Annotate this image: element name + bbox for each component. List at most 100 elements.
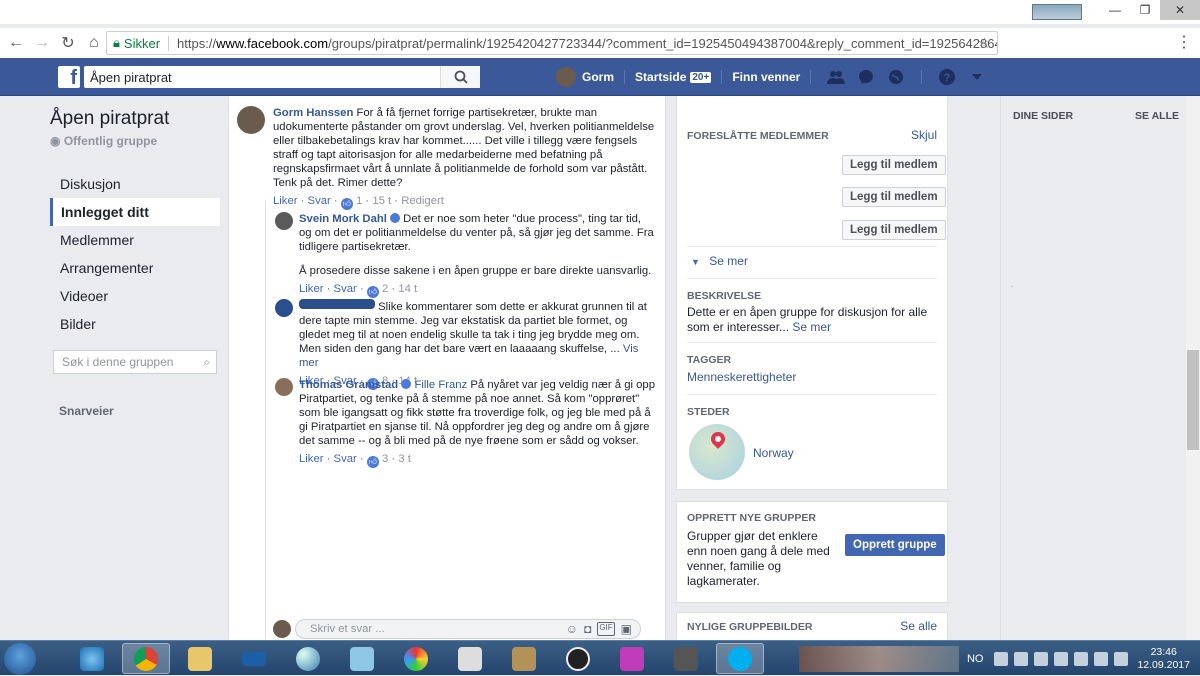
chevron-down-icon[interactable]	[966, 67, 988, 87]
page-title[interactable]: Åpen piratprat	[50, 108, 220, 130]
map-thumbnail[interactable]	[689, 424, 745, 480]
friend-requests-icon[interactable]	[825, 67, 847, 87]
search-input[interactable]: Åpen piratprat	[84, 66, 480, 88]
create-group-button[interactable]: Opprett gruppe	[845, 534, 945, 556]
close-icon[interactable]: ✕	[1160, 0, 1200, 20]
reply-link[interactable]: Svar	[308, 195, 331, 207]
tag-link[interactable]: Menneskerettigheter	[687, 370, 796, 385]
create-group-card: Opprett nye grupper Grupper gjør det enk…	[676, 501, 948, 603]
avatar[interactable]	[237, 106, 265, 134]
security-app-icon[interactable]	[500, 643, 548, 674]
folder-icon[interactable]	[176, 643, 224, 674]
like-count[interactable]: 3	[382, 453, 388, 465]
1984-app-icon[interactable]	[608, 643, 656, 674]
description-see-more[interactable]: Se mer	[792, 320, 831, 334]
avatar[interactable]	[275, 299, 293, 317]
place-link[interactable]: Norway	[753, 446, 794, 461]
network-icon[interactable]	[1034, 651, 1049, 666]
reply-link[interactable]: Svar	[334, 283, 357, 295]
sidebar-item-your-post[interactable]: Innlegget ditt	[50, 198, 220, 226]
avatar[interactable]	[275, 212, 293, 230]
see-more-members[interactable]: ▼ Se mer	[691, 254, 748, 268]
messenger-icon[interactable]	[855, 67, 877, 87]
no-network-icon[interactable]	[1114, 651, 1129, 666]
sidebar-item-discussion[interactable]: Diskusjon	[50, 170, 220, 198]
like-link[interactable]: Liker	[299, 453, 324, 465]
url-field[interactable]: 🔒︎ Sikker https://www.facebook.com/group…	[106, 31, 998, 55]
globe-app-icon[interactable]	[284, 643, 332, 674]
gif-icon[interactable]: GIF	[597, 622, 615, 636]
emoji-icon[interactable]: ☺	[566, 622, 578, 636]
like-link[interactable]: Liker	[299, 283, 324, 295]
timestamp[interactable]: 3 t	[398, 453, 411, 465]
avatar[interactable]	[556, 67, 576, 87]
scrollbar[interactable]	[1186, 96, 1200, 644]
paint-icon[interactable]	[392, 643, 440, 674]
back-arrow-icon[interactable]: ←	[4, 31, 28, 55]
files-icon[interactable]	[446, 643, 494, 674]
see-all-pages-link[interactable]: SE ALLE	[1135, 110, 1179, 122]
clock[interactable]: 23:46 12.09.2017	[1137, 646, 1190, 672]
comment-author[interactable]: Thomas Gramstad	[299, 379, 398, 391]
ie-icon[interactable]	[68, 643, 116, 674]
home-count-badge: 20+	[690, 71, 712, 83]
game-app-icon[interactable]	[554, 643, 602, 674]
edited-label[interactable]: Redigert	[401, 195, 444, 207]
cube-app-icon[interactable]	[662, 643, 710, 674]
sidebar-item-members[interactable]: Medlemmer	[50, 226, 220, 254]
notes-app-icon[interactable]	[338, 643, 386, 674]
sticker-icon[interactable]: ▣	[621, 622, 632, 636]
add-member-button[interactable]: Legg til medlem	[842, 220, 946, 240]
timestamp[interactable]: 15 t	[372, 195, 391, 207]
avatar[interactable]	[275, 378, 293, 396]
tagged-user[interactable]: Fille Franz	[414, 379, 467, 391]
flag-icon[interactable]	[1014, 651, 1029, 666]
group-search-input[interactable]: Søk i denne gruppen ⌕	[53, 350, 217, 374]
reload-icon[interactable]: ↻	[56, 31, 80, 55]
arrow-up-icon[interactable]	[994, 651, 1009, 666]
restore-icon[interactable]: ❐	[1130, 0, 1160, 20]
minimize-icon[interactable]: —	[1100, 0, 1130, 20]
skype-icon[interactable]	[716, 643, 764, 674]
reply-input[interactable]: Skriv et svar ... ☺ ◘ GIF ▣	[295, 619, 641, 639]
reply-link[interactable]: Svar	[334, 453, 357, 465]
language-indicator[interactable]: NO	[967, 653, 984, 665]
comment: Svein Mork Dahl Det er noe som heter "du…	[275, 212, 655, 298]
find-friends-link[interactable]: Finn venner	[732, 70, 800, 84]
help-icon[interactable]: ?	[936, 67, 958, 87]
add-member-button[interactable]: Legg til medlem	[842, 155, 946, 175]
forward-arrow-icon[interactable]: →	[30, 31, 54, 55]
browser-menu-icon[interactable]: ⋮	[1176, 32, 1192, 52]
lenovo-icon[interactable]	[230, 643, 278, 674]
comment-author[interactable]: Gorm Hanssen	[273, 107, 353, 119]
search-icon[interactable]: ⌕	[203, 355, 210, 370]
battery-icon[interactable]	[1074, 651, 1089, 666]
sidebar-item-videos[interactable]: Videoer	[50, 282, 220, 310]
scrollbar-thumb[interactable]	[1187, 350, 1199, 450]
timestamp[interactable]: 14 t	[398, 283, 417, 295]
volume-icon[interactable]	[1054, 651, 1069, 666]
search-icon[interactable]	[440, 66, 480, 88]
bookmark-star-icon[interactable]: ☆	[978, 34, 991, 52]
see-all-link[interactable]: Se alle	[900, 619, 937, 633]
globe-icon[interactable]	[885, 67, 907, 87]
like-count[interactable]: 1	[356, 195, 362, 207]
home-icon[interactable]: ⌂	[82, 31, 106, 55]
like-link[interactable]: Liker	[273, 195, 298, 207]
camera-icon[interactable]: ◘	[584, 622, 591, 636]
start-button[interactable]	[4, 643, 36, 675]
add-member-button[interactable]: Legg til medlem	[842, 187, 946, 207]
places-heading: Steder	[687, 406, 730, 418]
verified-icon	[390, 213, 401, 223]
sidebar-item-photos[interactable]: Bilder	[50, 310, 220, 338]
facebook-logo-icon[interactable]: f	[58, 66, 80, 88]
profile-link[interactable]: Gorm	[582, 70, 614, 84]
home-link[interactable]: Startside	[635, 70, 686, 84]
like-count[interactable]: 2	[382, 283, 388, 295]
sidebar-item-events[interactable]: Arrangementer	[50, 254, 220, 282]
chrome-icon[interactable]	[122, 643, 170, 674]
hide-link[interactable]: Skjul	[911, 128, 937, 142]
group-privacy: ◉ Offentlig gruppe	[50, 134, 158, 148]
settings-icon[interactable]	[1094, 651, 1109, 666]
comment-author[interactable]: Svein Mork Dahl	[299, 213, 387, 225]
